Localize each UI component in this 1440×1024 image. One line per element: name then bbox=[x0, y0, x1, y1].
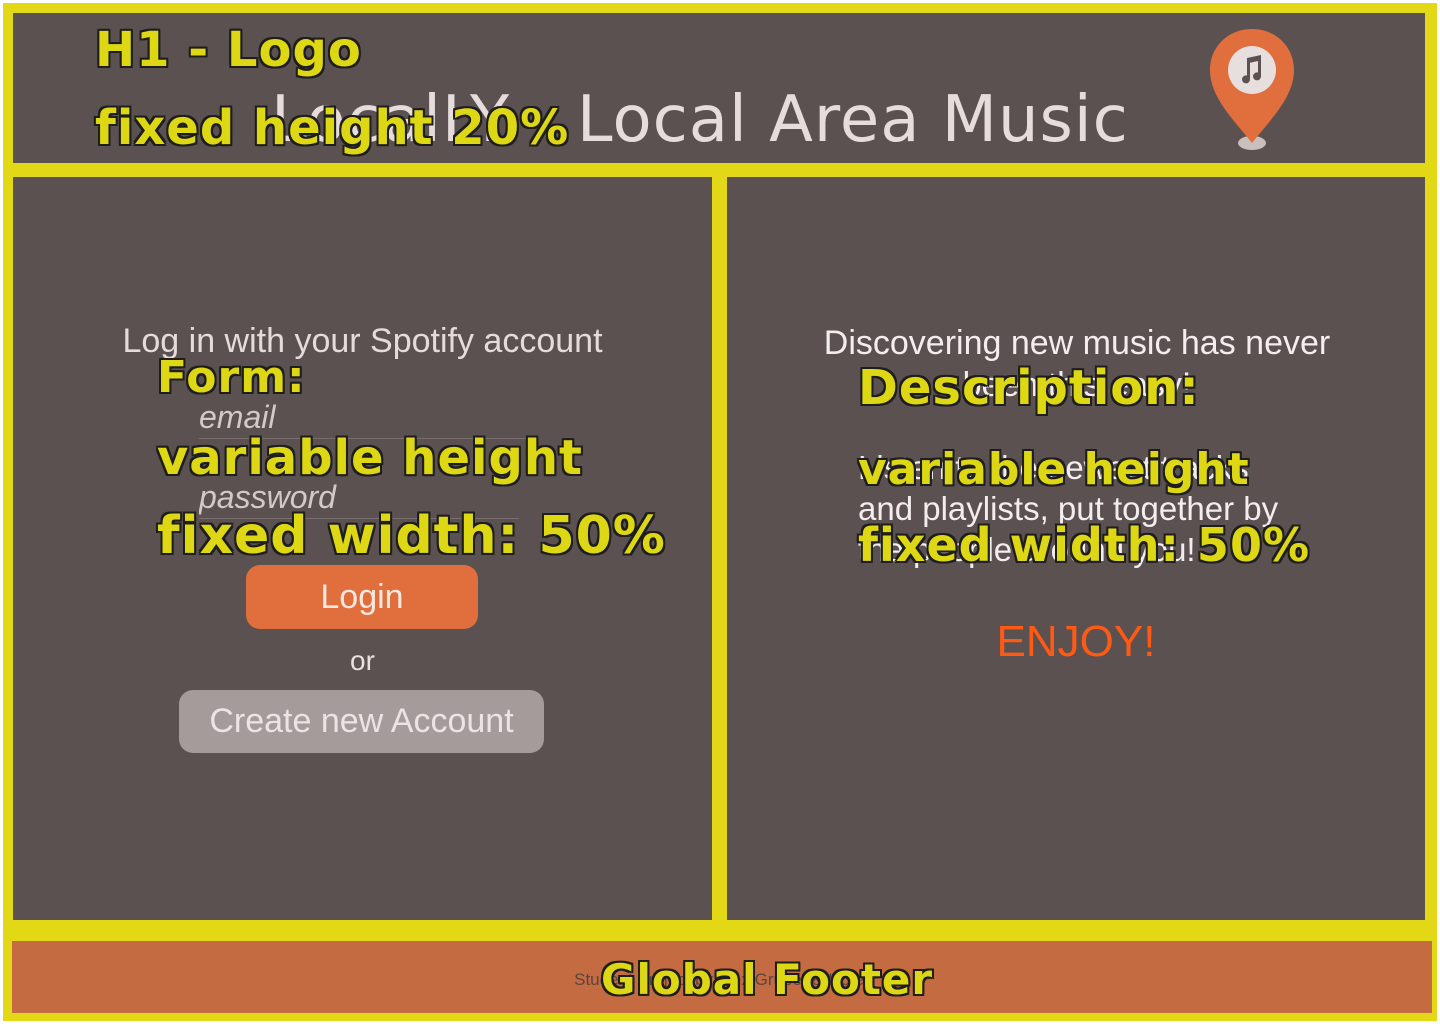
annotation-form-height: variable height bbox=[157, 430, 583, 486]
annotation-description-height: variable height bbox=[858, 444, 1250, 495]
annotation-description-width: fixed width: 50% bbox=[858, 518, 1311, 572]
annotation-form-title: Form: bbox=[157, 352, 306, 403]
annotation-footer: Global Footer bbox=[601, 955, 934, 1004]
or-separator: or bbox=[350, 645, 375, 676]
login-heading: Log in with your Spotify account bbox=[122, 322, 603, 360]
login-button[interactable]: Login bbox=[246, 565, 478, 629]
annotation-header-title: H1 - Logo bbox=[95, 22, 362, 78]
music-note-location-pin-icon bbox=[1210, 29, 1294, 150]
annotation-header-size: fixed height 20% bbox=[95, 100, 570, 156]
annotation-form-width: fixed width: 50% bbox=[157, 506, 666, 566]
wireframe-canvas: LocalLY - Local Area Music Log in with y… bbox=[0, 0, 1440, 1024]
create-account-button[interactable]: Create new Account bbox=[179, 690, 544, 753]
annotation-description-title: Description: bbox=[858, 360, 1200, 416]
enjoy-text: ENJOY! bbox=[996, 617, 1156, 666]
